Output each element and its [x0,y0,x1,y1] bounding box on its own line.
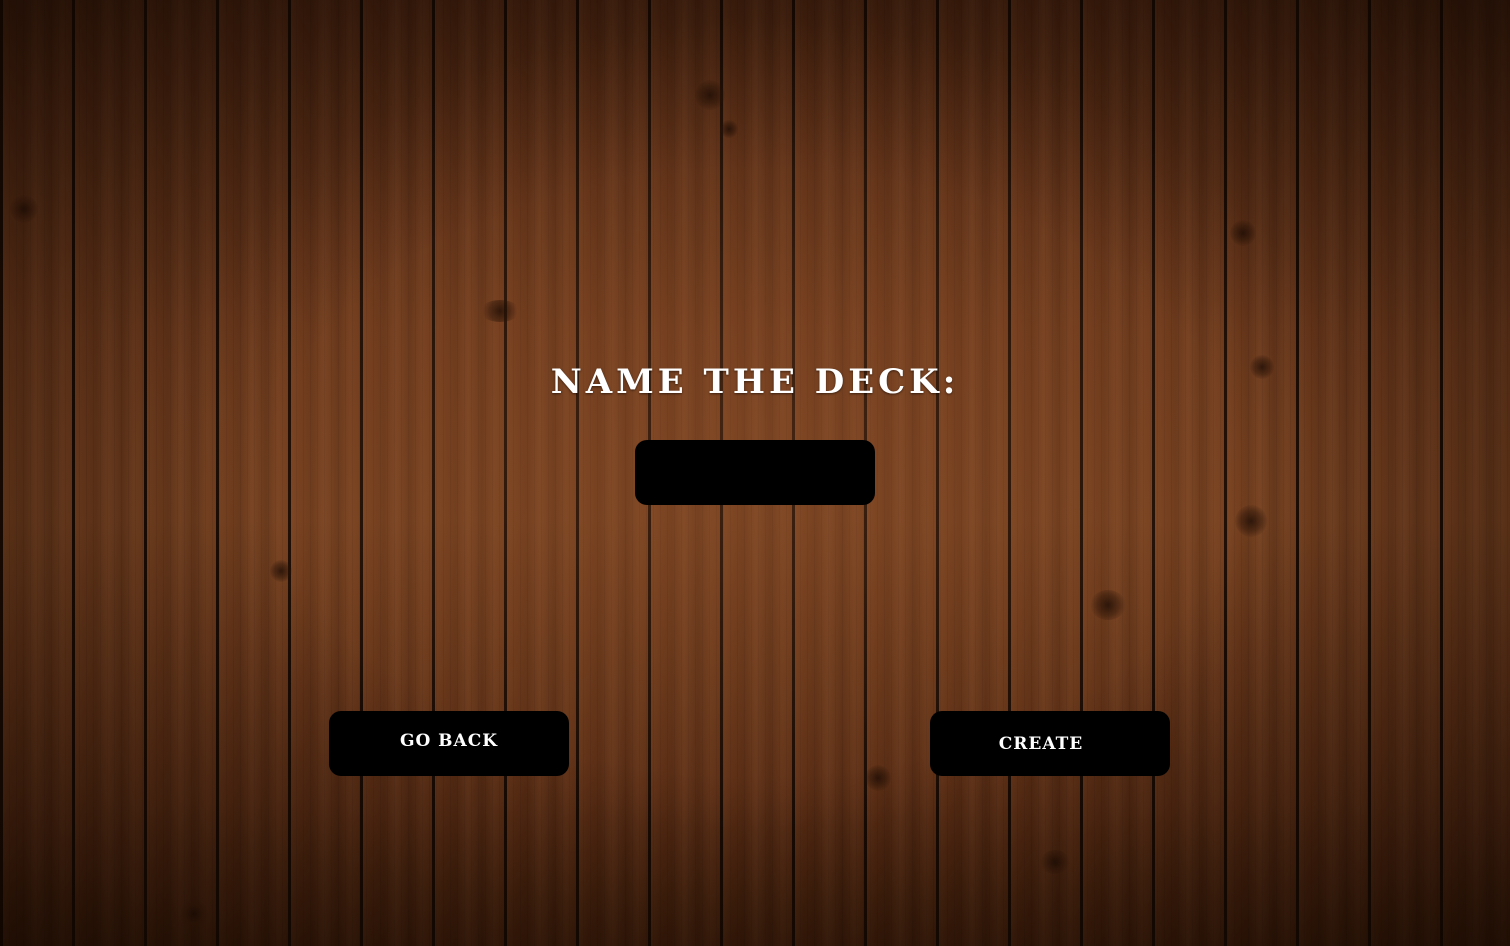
wood-knot [1235,505,1267,537]
wood-knot [1040,850,1070,874]
wood-knot [720,120,738,138]
wood-knot [1090,590,1126,620]
go-back-button[interactable]: Go back [329,711,569,776]
go-back-button-label: Go back [399,730,499,751]
deck-name-input[interactable] [635,440,875,505]
wood-knot [180,900,208,928]
wood-knot [695,80,725,110]
wood-knot [1230,220,1256,246]
create-button-label: Create [998,733,1084,754]
wood-knot [865,765,891,791]
page-title: Name the deck: [550,362,960,402]
wood-knot [270,560,292,582]
wood-knot [10,195,38,223]
wood-knot [480,300,520,322]
create-button[interactable]: Create [930,711,1170,776]
